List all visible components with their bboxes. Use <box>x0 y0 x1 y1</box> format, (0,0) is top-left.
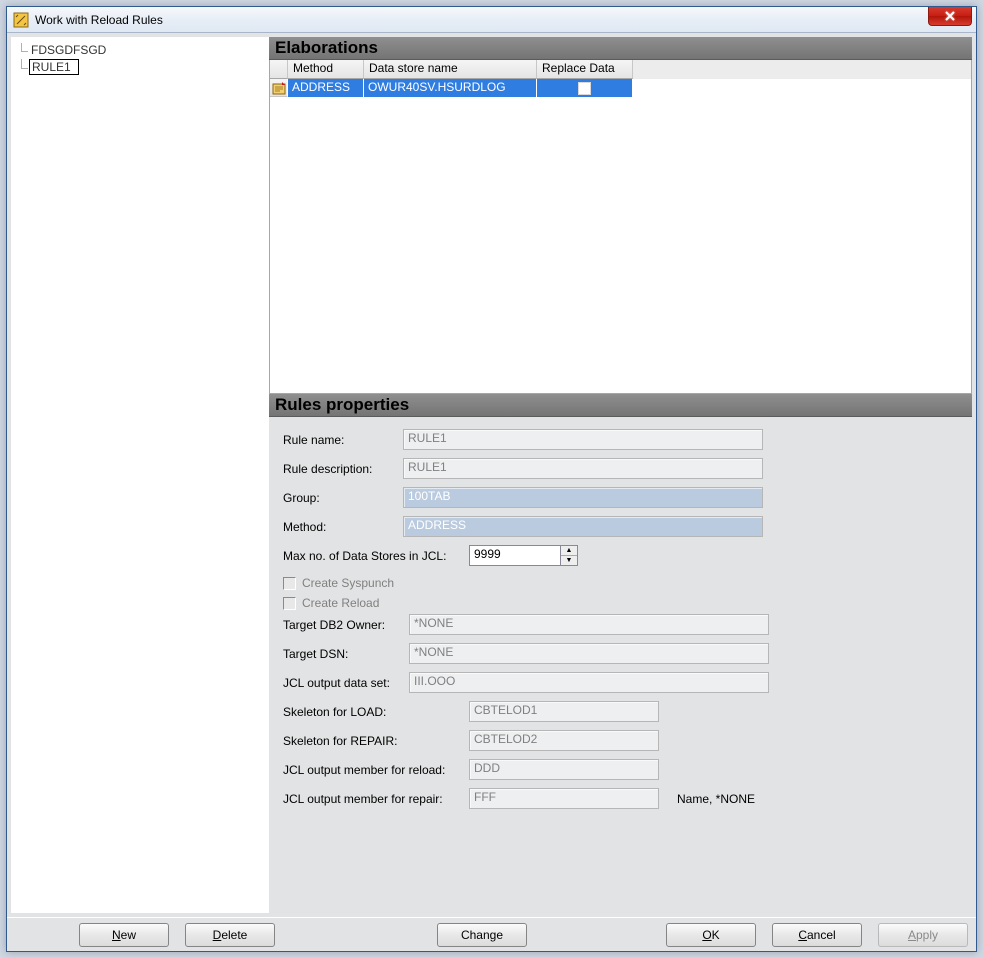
spinner-buttons[interactable]: ▲ ▼ <box>561 545 578 566</box>
label-target-dsn: Target DSN: <box>283 647 409 661</box>
label-jcl-member-repair: JCL output member for repair: <box>283 792 469 806</box>
label-rule-name: Rule name: <box>283 433 403 447</box>
label-rule-description: Rule description: <box>283 462 403 476</box>
label-skeleton-load: Skeleton for LOAD: <box>283 705 469 719</box>
name-hint: Name, *NONE <box>677 792 755 806</box>
spin-down-icon[interactable]: ▼ <box>561 556 577 565</box>
grid-header-row: Method Data store name Replace Data <box>270 60 971 79</box>
group-field[interactable]: 100TAB <box>403 487 763 508</box>
ok-button[interactable]: OK <box>666 923 756 947</box>
jcl-member-repair-field[interactable]: FFF <box>469 788 659 809</box>
row-datastore: OWUR40SV.HSURDLOG <box>364 79 537 97</box>
label-skeleton-repair: Skeleton for REPAIR: <box>283 734 469 748</box>
row-method: ADDRESS <box>288 79 364 97</box>
grid-header-datastore[interactable]: Data store name <box>364 60 537 79</box>
grid-header-method[interactable]: Method <box>288 60 364 79</box>
grid-header-icon <box>270 60 288 79</box>
label-jcl-member-reload: JCL output member for reload: <box>283 763 469 777</box>
titlebar[interactable]: Work with Reload Rules <box>7 7 976 33</box>
grid-row[interactable]: ADDRESS OWUR40SV.HSURDLOG <box>270 79 971 97</box>
rules-tree[interactable]: FDSGDFSGD RULE1 <box>11 37 269 913</box>
jcl-member-reload-field[interactable]: DDD <box>469 759 659 780</box>
window-frame: Work with Reload Rules FDSGDFSGD RULE1 <box>6 6 977 952</box>
new-button[interactable]: New <box>79 923 169 947</box>
rule-name-field[interactable]: RULE1 <box>403 429 763 450</box>
jcl-output-ds-field[interactable]: III.OOO <box>409 672 769 693</box>
max-stores-stepper[interactable]: 9999 ▲ ▼ <box>469 545 578 566</box>
delete-button[interactable]: Delete <box>185 923 275 947</box>
rules-properties-panel: Rule name: RULE1 Rule description: RULE1… <box>269 417 972 913</box>
create-syspunch-checkbox <box>283 577 296 590</box>
apply-button: Apply <box>878 923 968 947</box>
rules-properties-header: Rules properties <box>269 394 972 417</box>
spin-up-icon[interactable]: ▲ <box>561 546 577 556</box>
skeleton-load-field[interactable]: CBTELOD1 <box>469 701 659 722</box>
change-button[interactable]: Change <box>437 923 527 947</box>
label-create-reload: Create Reload <box>302 596 379 610</box>
tree-item[interactable]: FDSGDFSGD <box>17 43 263 59</box>
label-method: Method: <box>283 520 403 534</box>
row-icon <box>270 79 288 97</box>
right-panel: Elaborations Method Data store name Repl… <box>269 37 972 913</box>
cancel-button[interactable]: Cancel <box>772 923 862 947</box>
button-bar: New Delete Change OK Cancel Apply <box>7 917 976 951</box>
app-icon <box>13 12 29 28</box>
create-reload-checkbox <box>283 597 296 610</box>
label-max-stores: Max no. of Data Stores in JCL: <box>283 549 469 563</box>
label-jcl-output-ds: JCL output data set: <box>283 676 409 690</box>
checkbox-icon[interactable] <box>578 82 591 95</box>
skeleton-repair-field[interactable]: CBTELOD2 <box>469 730 659 751</box>
close-button[interactable] <box>928 7 972 26</box>
tree-item-label: RULE1 <box>29 59 79 75</box>
method-field[interactable]: ADDRESS <box>403 516 763 537</box>
grid-header-replace[interactable]: Replace Data <box>537 60 633 79</box>
elaborations-header: Elaborations <box>269 37 972 60</box>
target-db2-field[interactable]: *NONE <box>409 614 769 635</box>
label-target-db2: Target DB2 Owner: <box>283 618 409 632</box>
main-layout: FDSGDFSGD RULE1 Elaborations Method Data… <box>7 33 976 917</box>
target-dsn-field[interactable]: *NONE <box>409 643 769 664</box>
max-stores-input[interactable]: 9999 <box>469 545 561 566</box>
rule-description-field[interactable]: RULE1 <box>403 458 763 479</box>
elaborations-grid[interactable]: Method Data store name Replace Data <box>269 60 972 394</box>
tree-item-label: FDSGDFSGD <box>29 43 108 57</box>
label-group: Group: <box>283 491 403 505</box>
client-area: FDSGDFSGD RULE1 Elaborations Method Data… <box>7 33 976 951</box>
window-buttons <box>928 7 972 32</box>
label-create-syspunch: Create Syspunch <box>302 576 394 590</box>
row-replace[interactable] <box>537 79 633 97</box>
window-title: Work with Reload Rules <box>35 12 922 28</box>
tree-item[interactable]: RULE1 <box>17 59 263 77</box>
